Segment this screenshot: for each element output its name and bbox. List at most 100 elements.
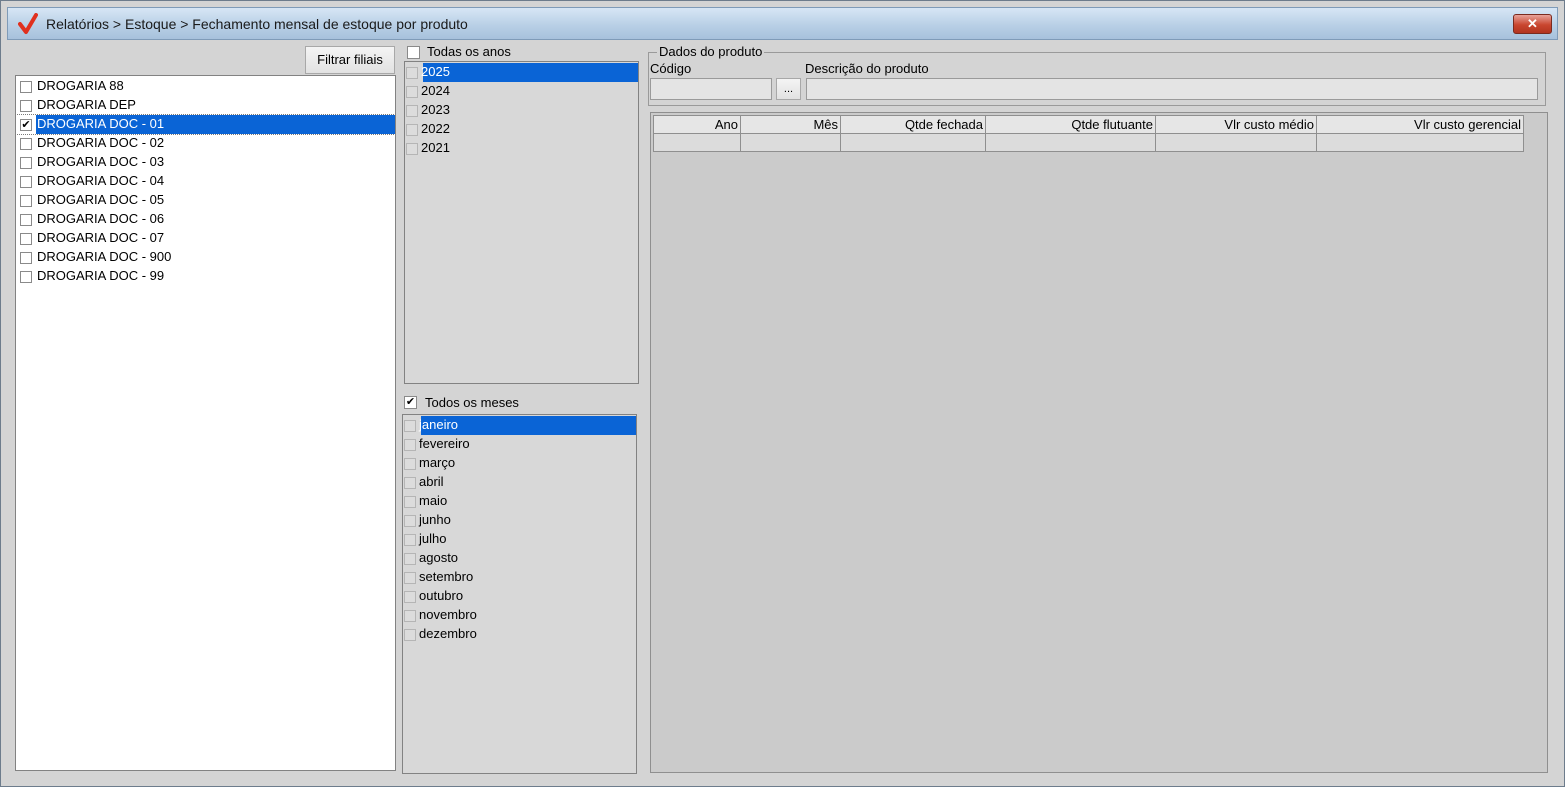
branch-label: DROGARIA DOC - 900 <box>37 249 172 264</box>
year-label: 2022 <box>421 121 450 136</box>
month-item[interactable]: janeiro <box>404 416 636 435</box>
branch-checkbox[interactable]: ✔ <box>20 118 32 131</box>
branch-list[interactable]: DROGARIA 88 DROGARIA DEP ✔ DROGARIA DOC - 0… <box>15 75 396 771</box>
branch-label: DROGARIA DOC - 02 <box>37 135 165 150</box>
month-item[interactable]: fevereiro <box>404 435 636 454</box>
month-item[interactable]: abril <box>404 473 636 492</box>
year-checkbox[interactable] <box>406 85 418 98</box>
branch-item[interactable]: DROGARIA DOC - 06 <box>16 210 395 229</box>
year-checkbox[interactable] <box>406 123 418 136</box>
table-row[interactable] <box>653 133 1524 152</box>
all-years-checkbox[interactable] <box>407 46 420 59</box>
month-item[interactable]: agosto <box>404 549 636 568</box>
column-header[interactable]: Qtde fechada <box>840 115 986 134</box>
branch-checkbox[interactable] <box>20 232 32 245</box>
branch-checkbox[interactable] <box>20 80 32 93</box>
month-checkbox[interactable] <box>404 438 416 451</box>
branch-label: DROGARIA DEP <box>37 97 136 112</box>
table-cell[interactable] <box>740 133 841 152</box>
branch-checkbox[interactable] <box>20 175 32 188</box>
results-grid[interactable]: Ano Mês Qtde fechada Qtde flutuante Vlr cust… <box>650 112 1548 773</box>
year-item[interactable]: 2023 <box>406 101 638 120</box>
year-item[interactable]: 2025 <box>406 63 638 82</box>
branch-item[interactable]: DROGARIA DOC - 900 <box>16 248 395 267</box>
column-header[interactable]: Qtde flutuante <box>985 115 1156 134</box>
year-checkbox[interactable] <box>406 104 418 117</box>
table-cell[interactable] <box>1155 133 1317 152</box>
branch-label: DROGARIA DOC - 99 <box>37 268 165 283</box>
description-label: Descrição do produto <box>805 61 929 76</box>
branch-checkbox[interactable] <box>20 213 32 226</box>
branch-item[interactable]: DROGARIA DOC - 05 <box>16 191 395 210</box>
year-list[interactable]: 2025 2024 2023 2022 2021 <box>404 61 639 384</box>
table-cell[interactable] <box>653 133 741 152</box>
month-checkbox[interactable] <box>404 590 416 603</box>
product-code-input[interactable] <box>650 78 772 100</box>
month-item[interactable]: dezembro <box>404 625 636 644</box>
branch-item[interactable]: DROGARIA DOC - 03 <box>16 153 395 172</box>
table-cell[interactable] <box>840 133 986 152</box>
column-header[interactable]: Vlr custo gerencial <box>1316 115 1524 134</box>
month-checkbox[interactable] <box>404 628 416 641</box>
month-checkbox[interactable] <box>404 457 416 470</box>
month-label: julho <box>419 531 447 546</box>
year-item[interactable]: 2021 <box>406 139 638 158</box>
branch-checkbox[interactable] <box>20 270 32 283</box>
branch-checkbox[interactable] <box>20 137 32 150</box>
month-checkbox[interactable] <box>404 571 416 584</box>
month-label: abril <box>419 474 444 489</box>
month-checkbox[interactable] <box>404 514 416 527</box>
month-item[interactable]: outubro <box>404 587 636 606</box>
branch-checkbox[interactable] <box>20 251 32 264</box>
branch-item[interactable]: DROGARIA DOC - 04 <box>16 172 395 191</box>
all-months-checkbox[interactable]: ✔ <box>404 396 417 409</box>
branch-label: DROGARIA DOC - 06 <box>37 211 165 226</box>
close-button[interactable]: ✕ <box>1513 14 1552 34</box>
month-item[interactable]: novembro <box>404 606 636 625</box>
month-checkbox[interactable] <box>404 552 416 565</box>
month-item[interactable]: maio <box>404 492 636 511</box>
branch-item[interactable]: DROGARIA DOC - 07 <box>16 229 395 248</box>
month-label: novembro <box>419 607 477 622</box>
branch-label: DROGARIA DOC - 01 <box>37 116 165 131</box>
column-header[interactable]: Ano <box>653 115 741 134</box>
column-header[interactable]: Mês <box>740 115 841 134</box>
branch-checkbox[interactable] <box>20 156 32 169</box>
column-header[interactable]: Vlr custo médio <box>1155 115 1317 134</box>
branch-item[interactable]: ✔ DROGARIA DOC - 01 <box>16 114 395 135</box>
branch-item[interactable]: DROGARIA DOC - 02 <box>16 134 395 153</box>
branch-item[interactable]: DROGARIA 88 <box>16 77 395 96</box>
product-lookup-button[interactable]: ... <box>776 78 801 100</box>
month-list[interactable]: janeiro fevereiro março abril maio junho julho… <box>402 414 637 774</box>
month-label: agosto <box>419 550 459 565</box>
table-cell[interactable] <box>985 133 1156 152</box>
product-description-input[interactable] <box>806 78 1538 100</box>
year-label: 2021 <box>421 140 450 155</box>
month-item[interactable]: julho <box>404 530 636 549</box>
month-checkbox[interactable] <box>404 419 416 432</box>
year-item[interactable]: 2022 <box>406 120 638 139</box>
month-item[interactable]: setembro <box>404 568 636 587</box>
branch-label: DROGARIA DOC - 05 <box>37 192 165 207</box>
month-item[interactable]: março <box>404 454 636 473</box>
year-checkbox[interactable] <box>406 66 418 79</box>
branch-checkbox[interactable] <box>20 194 32 207</box>
filter-branches-button[interactable]: Filtrar filiais <box>305 46 395 74</box>
branch-label: DROGARIA 88 <box>37 78 124 93</box>
month-item[interactable]: junho <box>404 511 636 530</box>
branch-item[interactable]: DROGARIA DOC - 99 <box>16 267 395 286</box>
month-checkbox[interactable] <box>404 495 416 508</box>
table-cell[interactable] <box>1316 133 1524 152</box>
title-bar[interactable]: Relatórios > Estoque > Fechamento mensal… <box>7 7 1558 40</box>
month-checkbox[interactable] <box>404 476 416 489</box>
year-checkbox[interactable] <box>406 142 418 155</box>
branch-item[interactable]: DROGARIA DEP <box>16 96 395 115</box>
year-label: 2025 <box>421 64 450 79</box>
branch-label: DROGARIA DOC - 07 <box>37 230 165 245</box>
year-item[interactable]: 2024 <box>406 82 638 101</box>
branch-checkbox[interactable] <box>20 99 32 112</box>
all-years-label: Todas os anos <box>427 44 511 59</box>
month-checkbox[interactable] <box>404 609 416 622</box>
month-label: fevereiro <box>419 436 470 451</box>
month-checkbox[interactable] <box>404 533 416 546</box>
